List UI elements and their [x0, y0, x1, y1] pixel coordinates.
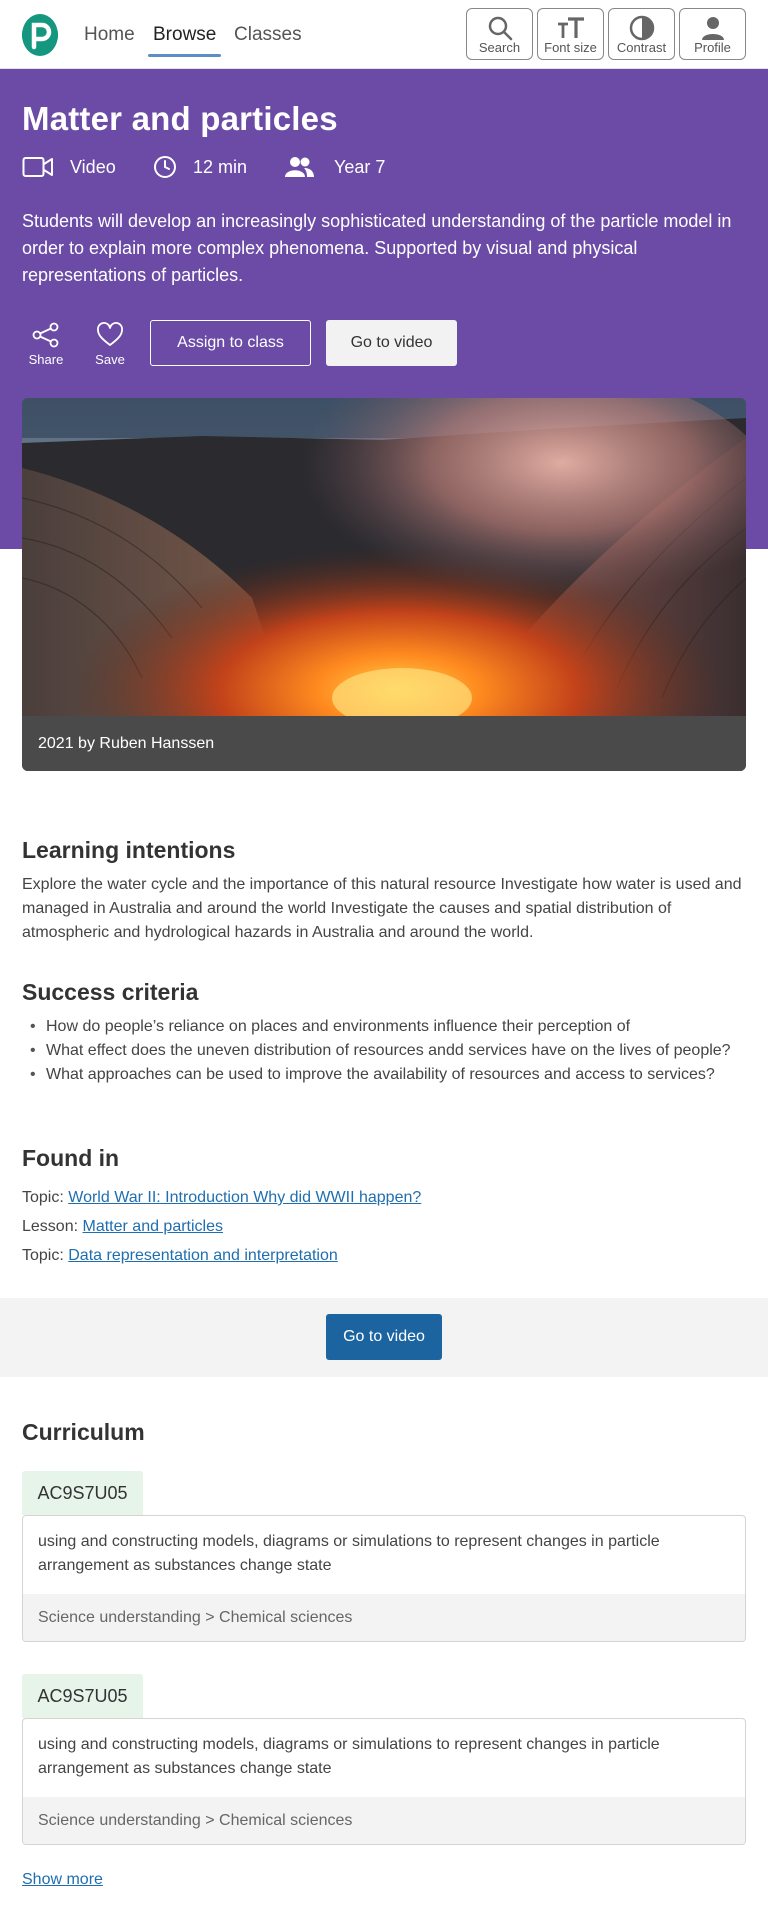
show-more-link[interactable]: Show more [22, 1871, 103, 1889]
video-icon [22, 156, 54, 178]
search-button[interactable]: Search [466, 8, 533, 60]
contrast-button[interactable]: Contrast [608, 8, 675, 60]
font-size-icon [538, 14, 603, 42]
learning-intentions-heading: Learning intentions [22, 837, 236, 863]
profile-button[interactable]: Profile [679, 8, 746, 60]
share-icon [22, 320, 70, 350]
volcano-crater-image [22, 398, 746, 716]
search-label: Search [478, 40, 521, 55]
app-logo[interactable] [22, 14, 58, 56]
clock-icon [153, 155, 177, 179]
assign-to-class-button[interactable]: Assign to class [150, 320, 311, 366]
font-size-button[interactable]: Font size [537, 8, 604, 60]
curriculum-strand: Science understanding > Chemical science… [23, 1594, 745, 1641]
top-navigation-bar: Home Browse Classes Search Font size Con… [0, 0, 768, 69]
resource-type: Video [22, 155, 116, 179]
list-item: What effect does the uneven distribution… [22, 1039, 750, 1063]
list-item: What approaches can be used to improve t… [22, 1063, 750, 1087]
profile-label: Profile [694, 40, 731, 55]
found-in-link[interactable]: Data representation and interpretation [68, 1247, 338, 1264]
save-button[interactable]: Save [90, 320, 130, 367]
contrast-label: Contrast [616, 40, 667, 55]
curriculum-description: using and constructing models, diagrams … [38, 1533, 660, 1574]
contrast-icon [609, 14, 674, 42]
font-size-label: Font size [544, 40, 597, 55]
resource-type-label: Video [70, 156, 116, 177]
search-icon [467, 14, 532, 42]
people-icon [284, 156, 314, 178]
found-in-entry: Topic: Data representation and interpret… [22, 1247, 338, 1265]
heart-icon [90, 320, 130, 350]
found-in-entry: Lesson: Matter and particles [22, 1218, 223, 1236]
resource-image-card: 2021 by Ruben Hanssen [22, 398, 746, 771]
nav-classes[interactable]: Classes [234, 24, 302, 46]
year-label: Year 7 [334, 156, 386, 177]
nav-active-indicator [148, 54, 221, 57]
found-in-link[interactable]: World War II: Introduction Why did WWII … [68, 1189, 421, 1206]
success-criteria-heading: Success criteria [22, 979, 199, 1005]
nav-browse[interactable]: Browse [153, 24, 216, 46]
found-in-kind: Topic: [22, 1247, 64, 1264]
success-criteria-list: How do people’s reliance on places and e… [22, 1015, 750, 1087]
resource-duration: 12 min [153, 155, 247, 179]
resource-description: Students will develop an increasingly so… [22, 211, 732, 285]
go-to-video-button-secondary[interactable]: Go to video [326, 1314, 442, 1360]
list-item: How do people’s reliance on places and e… [22, 1015, 750, 1039]
user-icon [680, 14, 745, 42]
found-in-entry: Topic: World War II: Introduction Why di… [22, 1189, 421, 1207]
save-label: Save [95, 352, 125, 367]
curriculum-heading: Curriculum [22, 1419, 145, 1445]
share-label: Share [28, 352, 64, 367]
duration-label: 12 min [193, 156, 248, 177]
curriculum-card: using and constructing models, diagrams … [22, 1718, 746, 1845]
curriculum-code-badge: AC9S7U05 [22, 1674, 143, 1718]
image-caption: 2021 by Ruben Hanssen [22, 716, 746, 771]
resource-year: Year 7 [284, 155, 385, 179]
curriculum-card: using and constructing models, diagrams … [22, 1515, 746, 1642]
found-in-link[interactable]: Matter and particles [83, 1218, 224, 1235]
found-in-kind: Topic: [22, 1189, 64, 1206]
curriculum-strand: Science understanding > Chemical science… [23, 1797, 745, 1844]
found-in-kind: Lesson: [22, 1218, 79, 1235]
learning-intentions-text: Explore the water cycle and the importan… [22, 876, 742, 941]
share-button[interactable]: Share [22, 320, 70, 367]
found-in-heading: Found in [22, 1145, 120, 1171]
nav-home[interactable]: Home [84, 24, 135, 46]
curriculum-description: using and constructing models, diagrams … [38, 1736, 660, 1777]
go-to-video-button[interactable]: Go to video [326, 320, 457, 366]
page-title: Matter and particles [22, 100, 338, 137]
curriculum-code-badge: AC9S7U05 [22, 1471, 143, 1515]
